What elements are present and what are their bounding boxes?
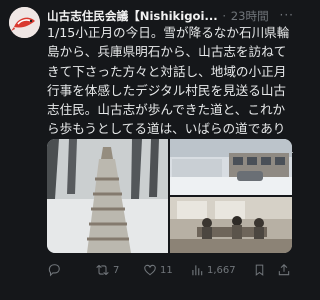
share-button[interactable]	[277, 260, 291, 280]
share-icon	[278, 264, 290, 276]
like-button[interactable]: 11	[143, 260, 173, 280]
header-separator: ·	[222, 9, 227, 23]
reply-button[interactable]	[47, 260, 64, 280]
bookmark-icon	[255, 264, 264, 276]
views-icon	[192, 265, 203, 276]
bookmark-button[interactable]	[253, 260, 266, 280]
post-header: 山古志住民会議【Nishikigoi... · 23時間	[47, 8, 297, 24]
avatar[interactable]	[9, 7, 40, 38]
more-icon[interactable]: ···	[280, 8, 294, 22]
like-count: 11	[160, 264, 173, 276]
views-count: 1,667	[207, 264, 236, 276]
repost-button[interactable]: 7	[95, 260, 119, 280]
media-grid[interactable]	[47, 139, 292, 253]
reply-icon	[48, 264, 60, 277]
media-image-snow-pole[interactable]	[47, 139, 168, 253]
repost-count: 7	[113, 264, 120, 276]
like-icon	[144, 264, 156, 276]
post-card: 山古志住民会議【Nishikigoi... · 23時間 ··· 1/15小正月…	[0, 0, 300, 300]
koi-logo-icon	[9, 7, 40, 38]
repost-icon	[96, 264, 109, 276]
action-bar: 7 11 1,667	[47, 260, 295, 280]
post-time[interactable]: 23時間	[231, 9, 269, 23]
views-button[interactable]: 1,667	[190, 260, 236, 280]
media-image-meeting-room[interactable]	[170, 197, 292, 253]
media-image-building[interactable]	[170, 139, 292, 195]
author-name[interactable]: 山古志住民会議【Nishikigoi...	[47, 8, 218, 24]
